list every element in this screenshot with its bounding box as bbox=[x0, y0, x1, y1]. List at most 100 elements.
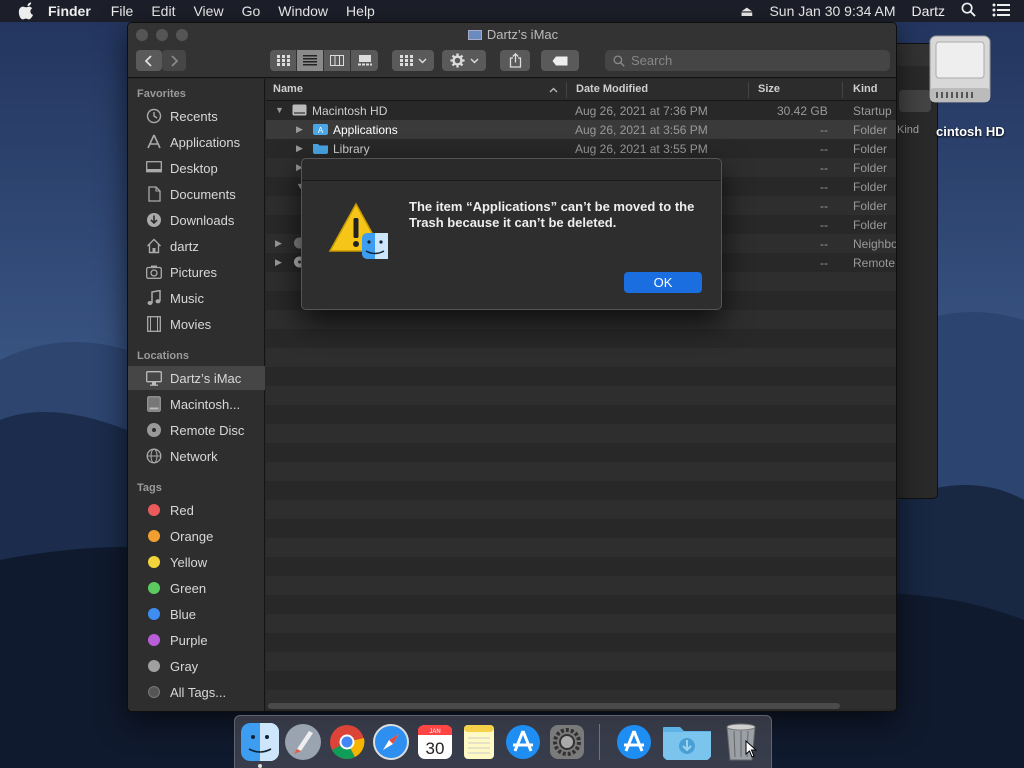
sidebar-tag-gray[interactable]: Gray bbox=[128, 654, 265, 678]
tag-color-dot bbox=[148, 582, 160, 594]
table-row[interactable]: ▼ Macintosh HD Aug 26, 2021 at 7:36 PM 3… bbox=[266, 101, 896, 120]
table-row[interactable]: ▶ A Applications Aug 26, 2021 at 3:56 PM… bbox=[266, 120, 896, 139]
share-button[interactable] bbox=[500, 50, 530, 71]
background-window-kind-header: Kind bbox=[897, 124, 920, 136]
row-kind: Folder bbox=[853, 180, 888, 194]
notification-center-icon[interactable] bbox=[992, 3, 1010, 20]
calendar-dock-icon[interactable]: JAN 30 bbox=[416, 723, 454, 761]
download-icon bbox=[145, 211, 163, 229]
column-separator[interactable] bbox=[748, 82, 749, 98]
sidebar-tag-red[interactable]: Red bbox=[128, 498, 265, 522]
menu-app-name[interactable]: Finder bbox=[48, 3, 91, 19]
music-note-icon bbox=[145, 289, 163, 307]
row-size: -- bbox=[820, 256, 828, 270]
app-store-dock-icon[interactable] bbox=[504, 723, 542, 761]
table-row bbox=[266, 424, 896, 443]
sidebar-item-macintosh-hd[interactable]: Macintosh... bbox=[128, 392, 265, 416]
finder-dock-icon[interactable] bbox=[241, 723, 279, 761]
table-row[interactable]: ▶ Library Aug 26, 2021 at 3:55 PM -- Fol… bbox=[266, 139, 896, 158]
menu-go[interactable]: Go bbox=[242, 3, 261, 19]
horizontal-scrollbar[interactable] bbox=[268, 703, 840, 709]
table-row bbox=[266, 614, 896, 633]
column-header-date[interactable]: Date Modified bbox=[576, 83, 648, 95]
sidebar-tag-purple[interactable]: Purple bbox=[128, 628, 265, 652]
menu-window[interactable]: Window bbox=[278, 3, 328, 19]
macintosh-hd-desktop-label[interactable]: cintosh HD bbox=[936, 124, 1005, 139]
sidebar-item-pictures[interactable]: Pictures bbox=[128, 260, 265, 284]
downloads-folder-dock-icon[interactable] bbox=[662, 723, 712, 761]
tag-color-dot bbox=[148, 634, 160, 646]
table-row bbox=[266, 386, 896, 405]
sidebar-item-downloads[interactable]: Downloads bbox=[128, 208, 265, 232]
column-separator[interactable] bbox=[842, 82, 843, 98]
sidebar: Favorites Recents Applications Desktop D… bbox=[128, 79, 265, 711]
sidebar-item-label: Macintosh... bbox=[170, 396, 241, 412]
disclosure-triangle-icon[interactable]: ▶ bbox=[296, 143, 303, 154]
row-date: Aug 26, 2021 at 7:36 PM bbox=[575, 104, 708, 118]
safari-dock-icon[interactable] bbox=[372, 723, 410, 761]
finder-window[interactable]: Dartz’s iMac Search Favorites Recents Ap… bbox=[127, 22, 897, 712]
menu-user[interactable]: Dartz bbox=[912, 3, 945, 19]
disclosure-triangle-icon[interactable]: ▶ bbox=[275, 238, 282, 249]
back-button[interactable] bbox=[136, 50, 162, 71]
sort-chevron-up-icon[interactable] bbox=[549, 87, 558, 93]
menu-clock[interactable]: Sun Jan 30 9:34 AM bbox=[769, 3, 895, 19]
disclosure-triangle-icon[interactable]: ▶ bbox=[296, 124, 303, 135]
sidebar-item-network[interactable]: Network bbox=[128, 444, 265, 468]
sidebar-item-imac[interactable]: Dartz’s iMac bbox=[128, 366, 265, 390]
column-header-kind[interactable]: Kind bbox=[853, 83, 877, 95]
sidebar-tag-orange[interactable]: Orange bbox=[128, 524, 265, 548]
system-preferences-dock-icon[interactable] bbox=[548, 723, 586, 761]
sidebar-item-applications[interactable]: Applications bbox=[128, 130, 265, 154]
disclosure-triangle-icon[interactable]: ▶ bbox=[275, 257, 282, 268]
ok-button[interactable]: OK bbox=[624, 272, 702, 293]
document-icon bbox=[145, 185, 163, 203]
view-mode-segmented-control[interactable] bbox=[270, 50, 378, 71]
column-header-size[interactable]: Size bbox=[758, 83, 780, 95]
sidebar-item-music[interactable]: Music bbox=[128, 286, 265, 310]
sidebar-item-movies[interactable]: Movies bbox=[128, 312, 265, 336]
tags-button[interactable] bbox=[541, 50, 579, 71]
launchpad-dock-icon[interactable] bbox=[284, 723, 322, 761]
sidebar-item-recents[interactable]: Recents bbox=[128, 104, 265, 128]
list-view-button[interactable] bbox=[297, 50, 324, 71]
sidebar-tags-header: Tags bbox=[137, 482, 162, 494]
menu-help[interactable]: Help bbox=[346, 3, 375, 19]
disclosure-triangle-expanded-icon[interactable]: ▼ bbox=[275, 105, 284, 115]
icon-view-button[interactable] bbox=[270, 50, 297, 71]
sidebar-item-documents[interactable]: Documents bbox=[128, 182, 265, 206]
hard-drive-icon bbox=[292, 104, 307, 116]
sidebar-tag-blue[interactable]: Blue bbox=[128, 602, 265, 626]
table-row bbox=[266, 481, 896, 500]
forward-button[interactable] bbox=[162, 50, 186, 71]
eject-icon[interactable]: ⏏ bbox=[740, 3, 753, 20]
chevron-right-icon bbox=[171, 54, 179, 67]
sidebar-all-tags[interactable]: All Tags... bbox=[128, 680, 265, 704]
app-store-download-dock-icon[interactable] bbox=[615, 723, 653, 761]
macintosh-hd-desktop-icon[interactable] bbox=[924, 32, 996, 110]
sidebar-tag-green[interactable]: Green bbox=[128, 576, 265, 600]
sidebar-tag-yellow[interactable]: Yellow bbox=[128, 550, 265, 574]
menu-view[interactable]: View bbox=[193, 3, 223, 19]
notes-dock-icon[interactable] bbox=[460, 723, 498, 761]
column-header-name[interactable]: Name bbox=[273, 83, 303, 95]
column-separator[interactable] bbox=[566, 82, 567, 98]
apple-menu-icon[interactable] bbox=[18, 2, 36, 20]
action-menu-button[interactable] bbox=[442, 50, 486, 71]
menu-file[interactable]: File bbox=[111, 3, 134, 19]
group-by-button[interactable] bbox=[392, 50, 434, 71]
finder-running-indicator bbox=[258, 764, 262, 768]
sidebar-item-label: Movies bbox=[170, 316, 212, 332]
sidebar-item-home[interactable]: dartz bbox=[128, 234, 265, 258]
sidebar-item-label: dartz bbox=[170, 238, 199, 254]
search-field[interactable]: Search bbox=[605, 50, 890, 71]
menu-edit[interactable]: Edit bbox=[151, 3, 175, 19]
clock-icon bbox=[145, 107, 163, 125]
column-view-button[interactable] bbox=[324, 50, 351, 71]
chrome-dock-icon[interactable] bbox=[328, 723, 366, 761]
spotlight-icon[interactable] bbox=[961, 2, 976, 20]
gallery-icon bbox=[357, 55, 372, 66]
gallery-view-button[interactable] bbox=[351, 50, 378, 71]
sidebar-item-desktop[interactable]: Desktop bbox=[128, 156, 265, 180]
sidebar-item-remote-disc[interactable]: Remote Disc bbox=[128, 418, 265, 442]
